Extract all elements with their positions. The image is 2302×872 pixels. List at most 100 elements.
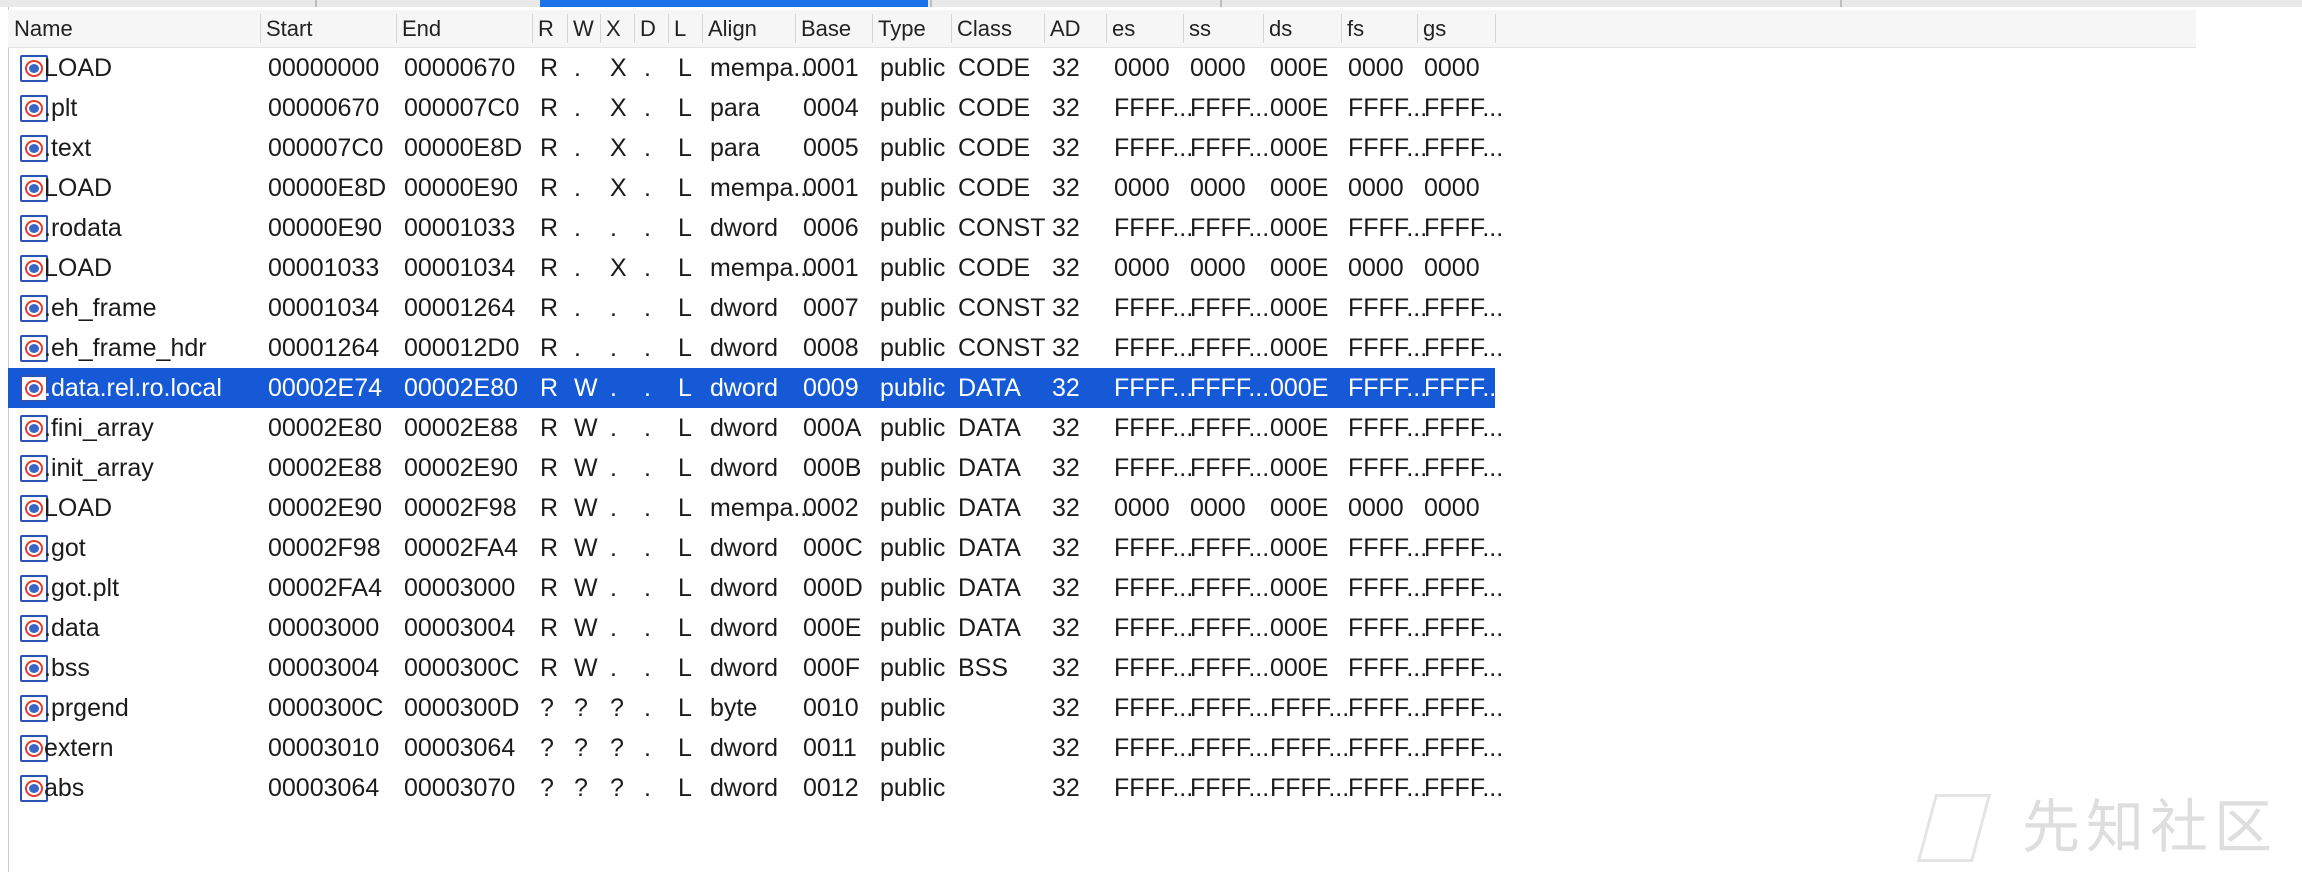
cell-x: X [610,93,627,122]
cell-class: CODE [958,253,1031,282]
table-row-selected[interactable]: .data.rel.ro.local 00002E74 00002E80 R W.. Ld… [8,368,1503,408]
cell-l: L [678,453,692,482]
cell-align: dword [710,573,779,602]
column-divider[interactable] [567,14,568,43]
column-divider[interactable] [1183,14,1184,43]
column-header-r[interactable]: R [538,10,554,47]
cell-d: . [644,693,651,722]
cell-gs: FFFF... [1424,333,1504,362]
column-header-ad[interactable]: AD [1050,10,1081,47]
column-divider[interactable] [795,14,796,43]
table-row[interactable]: LOAD 00001033 00001034 R. X. Lmempa... 0001 pub… [8,248,1495,288]
cell-align: para [710,133,761,162]
table-row[interactable]: .bss 00003004 0000300C R W.. Ldword 000F public… [8,648,1503,688]
column-divider[interactable] [872,14,873,43]
cell-base: 0005 [803,133,859,162]
cell-es: 0000 [1114,253,1170,282]
column-divider[interactable] [1495,14,1496,43]
cell-l: L [678,333,692,362]
column-header-ss[interactable]: ss [1189,10,1211,47]
table-row[interactable]: .eh_frame_hdr 00001264 000012D0 R... Ldword 0… [8,328,1503,368]
cell-d: . [644,493,651,522]
cell-type: public [880,53,946,82]
table-row[interactable]: extern 00003010 00003064???. Ldword 0011 publ… [8,728,1503,768]
cell-ss: FFFF... [1190,773,1270,802]
table-row[interactable]: .got.plt 00002FA4 00003000 R W.. Ldword 000D pu… [8,568,1503,608]
tab-separator [1220,0,1222,7]
column-divider[interactable] [396,14,397,43]
cell-r: R [540,133,559,162]
column-divider[interactable] [1106,14,1107,43]
column-header-l[interactable]: L [674,10,686,47]
cell-start: 00000E90 [268,213,383,242]
column-divider[interactable] [532,14,533,43]
cell-ds: 000E [1270,533,1329,562]
table-row[interactable]: .fini_array 00002E80 00002E88 R W.. Ldword 000… [8,408,1503,448]
column-header-end[interactable]: End [402,10,441,47]
column-divider[interactable] [1341,14,1342,43]
column-divider[interactable] [634,14,635,43]
cell-class: CODE [958,93,1031,122]
column-divider[interactable] [1044,14,1045,43]
cell-gs: FFFF... [1424,453,1504,482]
column-divider[interactable] [951,14,952,43]
cell-r: R [540,453,559,482]
column-divider[interactable] [1263,14,1264,43]
column-divider[interactable] [668,14,669,43]
table-row[interactable]: LOAD 00000000 00000670 R. X. Lmempa... 0001 pub… [8,48,1495,88]
cell-d: . [644,613,651,642]
cell-r: R [540,333,559,362]
cell-type: public [880,413,946,442]
table-row[interactable]: .got 00002F98 00002FA4 R W.. Ldword 000C public… [8,528,1503,568]
cell-gs: 0000 [1424,493,1480,522]
cell-w: . [574,173,581,202]
table-row[interactable]: LOAD 00000E8D 00000E90 R. X. Lmempa... 0001 pub… [8,168,1495,208]
cell-name: .got.plt [44,573,120,602]
column-divider[interactable] [1417,14,1418,43]
column-header-name[interactable]: Name [14,10,73,47]
table-row[interactable]: .data 00003000 00003004 R W.. Ldword 000E publi… [8,608,1503,648]
table-row[interactable]: abs 00003064 00003070???. Ldword 0012 public 3… [8,768,1503,808]
cell-fs: 0000 [1348,53,1404,82]
column-header-ds[interactable]: ds [1269,10,1292,47]
cell-d: . [644,653,651,682]
column-header-fs[interactable]: fs [1347,10,1364,47]
column-header-x[interactable]: X [606,10,621,47]
column-header-type[interactable]: Type [878,10,926,47]
table-row[interactable]: .eh_frame 00001034 00001264 R... Ldword 0007 p… [8,288,1503,328]
cell-es: 0000 [1114,53,1170,82]
cell-start: 00002F98 [268,533,381,562]
cell-fs: FFFF... [1348,413,1428,442]
cell-name: LOAD [44,53,113,82]
column-divider[interactable] [600,14,601,43]
table-row[interactable]: .text 000007C0 00000E8D R. X. Lpara 0005 public… [8,128,1503,168]
column-divider[interactable] [260,14,261,43]
cell-align: dword [710,773,779,802]
column-header-base[interactable]: Base [801,10,851,47]
table-row[interactable]: LOAD 00002E90 00002F98 R W.. Lmempa... 0002 pub… [8,488,1495,528]
table-row[interactable]: .init_array 00002E88 00002E90 R W.. Ldword 000… [8,448,1503,488]
cell-es: FFFF... [1114,653,1194,682]
cell-d: . [644,773,651,802]
table-row[interactable]: .plt 00000670 000007C0 R. X. Lpara 0004 public C… [8,88,1503,128]
cell-ds: 000E [1270,653,1329,682]
cell-es: FFFF... [1114,613,1194,642]
table-row[interactable]: .rodata 00000E90 00001033 R... Ldword 0006 pub… [8,208,1503,248]
column-divider[interactable] [702,14,703,43]
cell-l: L [678,93,692,122]
cell-base: 000A [803,413,862,442]
column-header-align[interactable]: Align [708,10,757,47]
column-header-w[interactable]: W [573,10,594,47]
cell-end: 0000300D [404,693,520,722]
cell-type: public [880,653,946,682]
column-header-start[interactable]: Start [266,10,312,47]
table-row[interactable]: .prgend 0000300C 0000300D???. Lbyte 0010 publ… [8,688,1503,728]
cell-x: X [610,133,627,162]
cell-start: 00000670 [268,93,380,122]
column-header-class[interactable]: Class [957,10,1012,47]
active-tab-indicator[interactable] [540,0,928,7]
column-header-d[interactable]: D [640,10,656,47]
tab-separator [315,0,317,7]
column-header-gs[interactable]: gs [1423,10,1446,47]
column-header-es[interactable]: es [1112,10,1135,47]
